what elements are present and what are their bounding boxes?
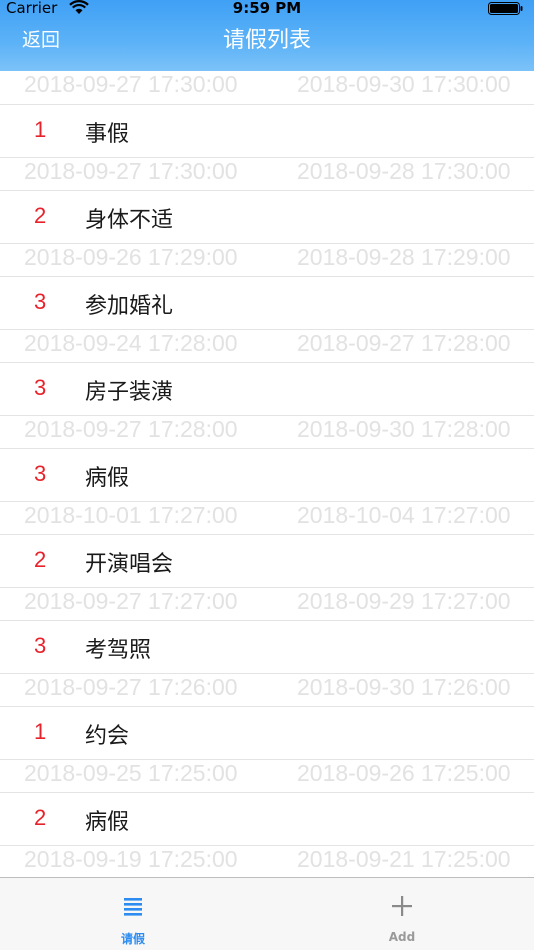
end-date: 2018-09-30 17:26:00 [297, 674, 511, 700]
date-row: 2018-09-24 17:28:00 2018-09-27 17:28:00 [0, 330, 534, 362]
list-icon [124, 898, 142, 916]
date-row: 2018-10-01 17:27:00 2018-10-04 17:27:00 [0, 502, 534, 534]
start-date: 2018-10-01 17:27:00 [24, 502, 238, 528]
status-time: 9:59 PM [232, 0, 302, 17]
day-count: 3 [34, 289, 47, 314]
list-item[interactable]: 2 病假 [0, 792, 534, 846]
day-count: 2 [34, 203, 47, 228]
end-date: 2018-09-27 17:28:00 [297, 330, 511, 356]
leave-list[interactable]: 2018-09-27 17:30:00 2018-09-30 17:30:00 … [0, 71, 534, 877]
start-date: 2018-09-27 17:30:00 [24, 71, 238, 97]
leave-reason: 事假 [85, 122, 130, 147]
day-count: 3 [34, 375, 47, 400]
list-item[interactable]: 2 开演唱会 [0, 534, 534, 588]
day-count: 3 [34, 633, 47, 658]
start-date: 2018-09-27 17:30:00 [24, 158, 238, 184]
date-row: 2018-09-26 17:29:00 2018-09-28 17:29:00 [0, 244, 534, 276]
leave-reason: 约会 [85, 724, 130, 749]
end-date: 2018-09-28 17:30:00 [297, 158, 511, 184]
start-date: 2018-09-26 17:29:00 [24, 244, 238, 270]
list-item[interactable]: 3 房子装潢 [0, 362, 534, 416]
nav-header: Carrier 9:59 PM 返回 请假列表 [0, 0, 534, 71]
list-item[interactable]: 1 事假 [0, 104, 534, 158]
date-row: 2018-09-25 17:25:00 2018-09-26 17:25:00 [0, 760, 534, 792]
day-count: 3 [34, 461, 47, 486]
end-date: 2018-09-30 17:30:00 [297, 71, 511, 97]
start-date: 2018-09-24 17:28:00 [24, 330, 238, 356]
start-date: 2018-09-27 17:28:00 [24, 416, 238, 442]
day-count: 2 [34, 805, 47, 830]
list-item[interactable]: 3 参加婚礼 [0, 276, 534, 330]
day-count: 2 [34, 547, 47, 572]
end-date: 2018-09-21 17:25:00 [297, 846, 511, 872]
leave-reason: 病假 [85, 810, 130, 835]
end-date: 2018-09-30 17:28:00 [297, 416, 511, 442]
end-date: 2018-10-04 17:27:00 [297, 502, 511, 528]
leave-reason: 参加婚礼 [85, 294, 174, 319]
end-date: 2018-09-26 17:25:00 [297, 760, 511, 786]
tab-add[interactable]: Add [342, 878, 462, 950]
leave-reason: 房子装潢 [85, 380, 174, 405]
date-row: 2018-09-27 17:26:00 2018-09-30 17:26:00 [0, 674, 534, 706]
leave-reason: 考驾照 [85, 638, 152, 663]
tab-bar: 请假 Add [0, 877, 534, 950]
date-row: 2018-09-27 17:28:00 2018-09-30 17:28:00 [0, 416, 534, 448]
end-date: 2018-09-28 17:29:00 [297, 244, 511, 270]
list-item[interactable]: 1 约会 [0, 706, 534, 760]
end-date: 2018-09-29 17:27:00 [297, 588, 511, 614]
start-date: 2018-09-27 17:27:00 [24, 588, 238, 614]
list-item[interactable]: 3 考驾照 [0, 620, 534, 674]
leave-reason: 开演唱会 [85, 552, 174, 577]
day-count: 1 [34, 117, 47, 142]
page-title: 请假列表 [222, 28, 311, 53]
date-row: 2018-09-27 17:30:00 2018-09-30 17:30:00 [0, 71, 534, 104]
battery-icon [488, 2, 523, 15]
day-count: 1 [34, 719, 47, 744]
start-date: 2018-09-19 17:25:00 [24, 846, 238, 872]
plus-icon [392, 896, 412, 916]
date-row: 2018-09-27 17:30:00 2018-09-28 17:30:00 [0, 158, 534, 190]
status-bar: Carrier 9:59 PM [0, 0, 534, 18]
start-date: 2018-09-27 17:26:00 [24, 674, 238, 700]
tab-leave-list[interactable]: 请假 [73, 878, 193, 950]
tab-label: 请假 [120, 932, 145, 946]
leave-reason: 身体不适 [85, 208, 174, 233]
date-row: 2018-09-27 17:27:00 2018-09-29 17:27:00 [0, 588, 534, 620]
leave-reason: 病假 [85, 466, 130, 491]
date-row: 2018-09-19 17:25:00 2018-09-21 17:25:00 [0, 846, 534, 877]
start-date: 2018-09-25 17:25:00 [24, 760, 238, 786]
list-item[interactable]: 2 身体不适 [0, 190, 534, 244]
list-item[interactable]: 3 病假 [0, 448, 534, 502]
tab-label: Add [388, 930, 416, 944]
